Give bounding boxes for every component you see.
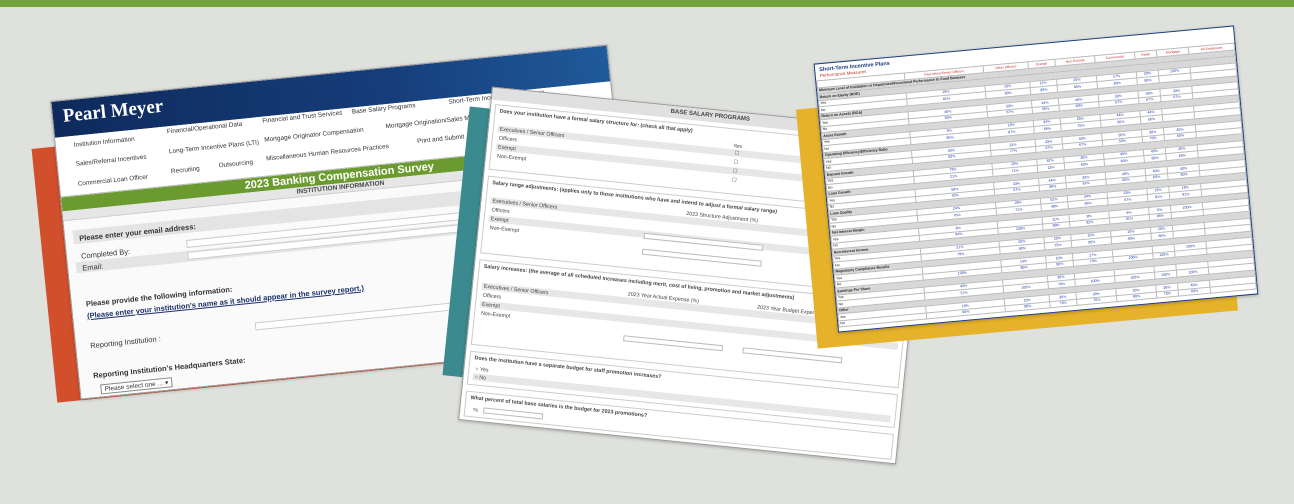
budget-expense-input[interactable] <box>742 347 843 364</box>
email-label: Email: <box>81 261 104 273</box>
q3-row-label: Non-Exempt <box>480 310 511 320</box>
checkbox[interactable]: ☐ <box>733 159 738 165</box>
q3-row-label: Officers <box>482 292 502 301</box>
q1-row-label: Non-Exempt <box>496 153 527 163</box>
radio-no[interactable]: ○ No <box>474 374 486 381</box>
tab-recruiting[interactable]: Recruiting <box>171 165 200 175</box>
checkbox[interactable]: ☐ <box>734 150 739 156</box>
q1-row-label: Officers <box>498 135 518 144</box>
reporting-institution-label: Reporting Institution : <box>89 334 162 351</box>
actual-expense-input[interactable] <box>623 335 724 352</box>
q3-row-label: Exempt <box>481 301 501 310</box>
q2-row-label: Non-Exempt <box>489 225 520 235</box>
radio-no-label: No <box>478 374 487 382</box>
tab-long-term-incentive-plans[interactable]: Long-Term Incentive Plans (LTI) <box>169 139 260 155</box>
radio-yes-label: Yes <box>479 366 489 374</box>
tab-mortgage-originator-comp[interactable]: Mortgage Originator Compensation <box>264 127 364 144</box>
chevron-down-icon: ▾ <box>164 379 169 387</box>
q1-row-label: Exempt <box>497 144 517 153</box>
sti-table: Executives/Senior Officers Other Officers… <box>816 42 1257 327</box>
sti-cell: 60% <box>1178 286 1212 297</box>
checkbox[interactable]: ☐ <box>732 177 737 183</box>
tab-institution-information[interactable]: Institution Information <box>74 136 136 149</box>
q2-row-label: Exempt <box>490 216 509 224</box>
tab-sales-referral-incentives[interactable]: Sales/Referral Incentives <box>75 154 146 168</box>
percent-unit: % <box>472 407 479 414</box>
state-select-value: Please select one ... <box>104 380 164 394</box>
adjustment-input[interactable] <box>641 248 762 267</box>
tab-commercial-loan-officer[interactable]: Commercial Loan Officer <box>77 174 148 188</box>
sti-cell: 70% <box>1155 289 1179 299</box>
sti-cell: 70% <box>1049 298 1077 308</box>
checkbox[interactable]: ☐ <box>732 168 737 174</box>
tab-misc-hr-practices[interactable]: Miscellaneous Human Resources Practices <box>266 143 389 162</box>
short-term-incentive-screenshot: Short-Term Incentive Plans Performance M… <box>813 25 1259 333</box>
q2-row-label: Officers <box>491 207 510 216</box>
top-accent-bar <box>0 0 1294 7</box>
tab-print-and-submit[interactable]: Print and Submit <box>417 133 465 145</box>
pearl-meyer-logo: Pearl Meyer <box>61 95 165 127</box>
promotion-percent-input[interactable] <box>482 407 544 420</box>
tab-outsourcing[interactable]: Outsourcing <box>218 159 253 169</box>
